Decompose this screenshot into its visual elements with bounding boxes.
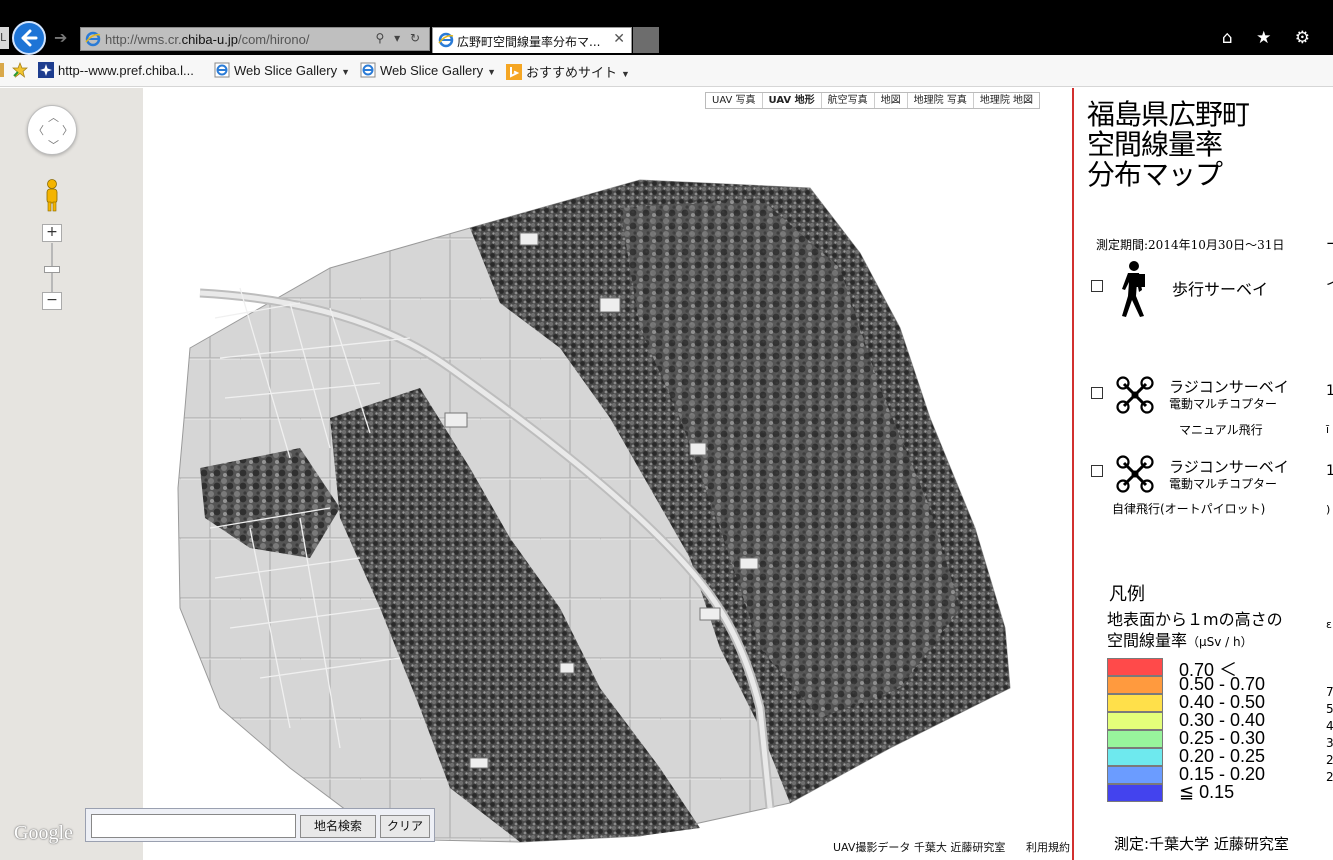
clipped-text: 1 [1326, 463, 1333, 479]
rc-manual-survey-label: ラジコンサーベイ [1169, 378, 1289, 396]
new-tab-button[interactable] [633, 27, 659, 53]
pan-down-icon[interactable]: ﹀ [48, 137, 59, 153]
favorite-item-web-slice-gallery-2[interactable]: Web Slice Gallery ▼ [360, 62, 496, 80]
back-button[interactable] [12, 21, 46, 55]
map-type-uav-terrain[interactable]: UAV 地形 [763, 93, 822, 108]
zoom-slider-handle[interactable] [44, 266, 60, 273]
clear-button[interactable]: クリア [380, 815, 430, 838]
ie-icon [214, 62, 230, 78]
address-url: http://wms.cr.chiba-u.jp/com/hirono/ [105, 32, 310, 47]
favorite-item-pref-chiba[interactable]: http--www.pref.chiba.l... [38, 62, 194, 80]
legend-swatch [1107, 784, 1163, 802]
favorites-bar: http--www.pref.chiba.l... Web Slice Gall… [0, 55, 1333, 87]
pan-up-icon[interactable]: ︿ [48, 109, 59, 125]
measurement-period: 測定期間:2014年10月30日〜31日 [1096, 238, 1285, 252]
favorite-item-web-slice-gallery[interactable]: Web Slice Gallery ▼ [214, 62, 350, 80]
favorites-star-icon [12, 62, 28, 78]
rc-auto-survey-sub: 電動マルチコプター [1169, 477, 1278, 491]
sidebar-panel: 福島県広野町 空間線量率 分布マップ 測定期間:2014年10月30日〜31日 … [1072, 88, 1333, 860]
rc-auto-survey-checkbox[interactable] [1091, 465, 1103, 477]
map-type-gsi-photo[interactable]: 地理院 写真 [908, 93, 974, 108]
map-attribution: UAV撮影データ 千葉大 近藤研究室 [833, 841, 1006, 854]
page-title: 福島県広野町 空間線量率 分布マップ [1087, 98, 1250, 191]
ie-icon [360, 62, 376, 78]
walk-survey-label: 歩行サーベイ [1172, 280, 1269, 299]
rc-manual-survey-checkbox[interactable] [1091, 387, 1103, 399]
legend-swatch [1107, 730, 1163, 748]
map-type-aerial-photo[interactable]: 航空写真 [822, 93, 875, 108]
chevron-down-icon[interactable]: ▼ [621, 69, 630, 79]
drone-icon [1116, 455, 1154, 493]
legend-swatch [1107, 658, 1163, 676]
pegman-icon[interactable] [43, 178, 61, 212]
legend-title: 凡例 [1109, 584, 1145, 605]
address-bar[interactable]: http://wms.cr.chiba-u.jp/com/hirono/ ⚲ ▾… [80, 27, 430, 51]
tab-hirono-map[interactable]: 広野町空間線量率分布マ... ✕ [432, 27, 632, 53]
clipped-text: 1 [1326, 383, 1333, 399]
place-search-panel: 地名検索 クリア [85, 808, 435, 842]
clipped-text: ī [1326, 423, 1330, 436]
browser-titlebar: L ➔ http://wms.cr.chiba-u.jp/com/hirono/… [0, 0, 1333, 55]
map-type-selector: UAV 写真 UAV 地形 航空写真 地図 地理院 写真 地理院 地図 [705, 92, 1041, 109]
home-favorites-settings-icons[interactable]: ⌂ ★ ⚙ [1222, 28, 1319, 48]
legend-swatch [1107, 676, 1163, 694]
close-icon[interactable]: ✕ [613, 31, 625, 47]
map-type-gsi-map[interactable]: 地理院 地図 [974, 93, 1039, 108]
chevron-down-icon[interactable]: ▼ [341, 67, 350, 77]
forward-button[interactable]: ➔ [54, 29, 74, 49]
google-logo[interactable]: Google [14, 822, 73, 845]
bing-icon [506, 64, 522, 80]
legend-swatch [1107, 694, 1163, 712]
pan-control[interactable]: ︿ ﹀ 〈 〉 [27, 105, 77, 155]
uav-terrain-image[interactable] [0, 88, 1072, 860]
rc-auto-mode: 自律飛行(オートパイロット) [1112, 502, 1266, 516]
clipped-text: 754322 [1326, 685, 1333, 784]
walk-survey-checkbox[interactable] [1091, 280, 1103, 292]
partial-icon [0, 63, 4, 77]
zoom-in-button[interactable]: + [42, 224, 62, 242]
legend-swatch [1107, 766, 1163, 784]
star-icon [38, 62, 54, 78]
map-type-map[interactable]: 地図 [875, 93, 908, 108]
rc-manual-survey-sub: 電動マルチコプター [1169, 397, 1278, 411]
clipped-text: ε [1326, 618, 1332, 631]
legend-swatch [1107, 748, 1163, 766]
ie-icon [438, 32, 454, 48]
back-arrow-icon [21, 29, 38, 47]
forward-arrow-icon: ➔ [54, 28, 68, 47]
measurement-credit: 測定:千葉大学 近藤研究室 [1114, 835, 1289, 853]
address-tools-icons[interactable]: ⚲ ▾ ↻ [376, 31, 424, 45]
pan-left-icon[interactable]: 〈 [33, 122, 44, 138]
favorite-item-suggested-sites[interactable]: おすすめサイト ▼ [506, 62, 630, 80]
tab-title: 広野町空間線量率分布マ... [457, 35, 601, 49]
drone-icon [1116, 376, 1154, 414]
legend-swatch [1107, 712, 1163, 730]
clipped-text: イ [1326, 274, 1333, 294]
favorites-center-button[interactable] [12, 62, 32, 80]
zoom-out-button[interactable]: − [42, 292, 62, 310]
terms-link[interactable]: 利用規約 [1026, 839, 1070, 855]
map-view[interactable]: ︿ ﹀ 〈 〉 + − UAV 写真 UAV 地形 航空写真 地図 地理院 写真… [0, 88, 1072, 860]
legend-quantity: 空間線量率（μSv / h） [1107, 631, 1253, 650]
clipped-text: ー [1326, 234, 1333, 254]
rc-manual-mode: マニュアル飛行 [1179, 423, 1263, 437]
place-search-button[interactable]: 地名検索 [300, 815, 376, 838]
ie-icon [85, 31, 101, 47]
place-search-input[interactable] [91, 814, 296, 838]
map-type-uav-photo[interactable]: UAV 写真 [706, 93, 763, 108]
tab-stub[interactable]: L [0, 27, 9, 49]
rc-auto-survey-label: ラジコンサーベイ [1169, 458, 1289, 476]
legend-item: ≦ 0.15 [1107, 782, 1333, 802]
chevron-down-icon[interactable]: ▼ [487, 67, 496, 77]
clipped-text: ) [1326, 503, 1331, 516]
pan-right-icon[interactable]: 〉 [62, 122, 73, 138]
walking-person-icon [1122, 261, 1145, 317]
